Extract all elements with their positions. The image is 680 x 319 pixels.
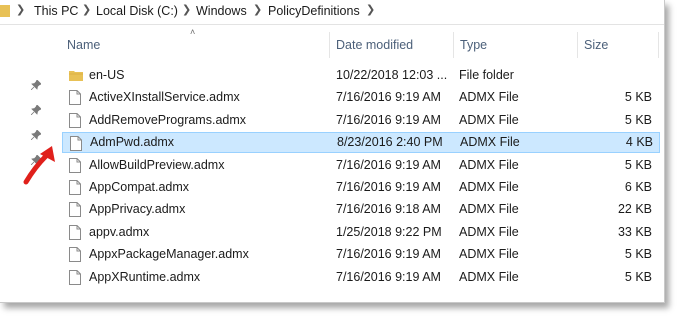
file-name: AddRemovePrograms.admx bbox=[89, 112, 247, 127]
file-name: en-US bbox=[89, 68, 125, 82]
file-date-modified: 7/16/2016 9:19 AM bbox=[336, 90, 441, 105]
file-row[interactable]: AllowBuildPreview.admx 7/16/2016 9:19 AM A… bbox=[62, 155, 658, 176]
pin-icon[interactable] bbox=[31, 80, 41, 90]
file-type: ADMX File bbox=[459, 112, 519, 127]
file-name: AdmPwd.admx bbox=[90, 135, 175, 150]
column-divider[interactable] bbox=[453, 32, 454, 58]
breadcrumb: ❯ This PC ❯ Local Disk (C:) ❯ Windows ❯ … bbox=[0, 0, 664, 25]
file-name: AllowBuildPreview.admx bbox=[89, 157, 225, 172]
file-row[interactable]: AppXRuntime.admx 7/16/2016 9:19 AM ADMX Fi… bbox=[62, 267, 658, 288]
column-divider[interactable] bbox=[577, 32, 578, 58]
file-name: AppxPackageManager.admx bbox=[89, 247, 249, 262]
file-row[interactable]: AppPrivacy.admx 7/16/2016 9:18 AM ADMX Fil… bbox=[62, 199, 658, 220]
column-divider[interactable] bbox=[658, 32, 659, 58]
file-size: 5 KB bbox=[624, 157, 652, 172]
file-date-modified: 7/16/2016 9:18 AM bbox=[336, 202, 441, 217]
sort-ascending-icon: ˄ bbox=[190, 27, 196, 37]
file-row-selected[interactable]: AdmPwd.admx 8/23/2016 2:40 PM ADMX File 4 K… bbox=[62, 132, 660, 154]
chevron-right-icon[interactable]: ❯ bbox=[82, 3, 91, 16]
folder-icon bbox=[69, 68, 83, 88]
file-date-modified: 7/16/2016 9:19 AM bbox=[336, 269, 441, 284]
file-row[interactable]: ActiveXInstallService.admx 7/16/2016 9:19… bbox=[62, 87, 658, 108]
file-type: ADMX File bbox=[459, 157, 519, 172]
file-icon bbox=[69, 224, 81, 246]
chevron-right-icon[interactable]: ❯ bbox=[366, 3, 375, 16]
file-type: File folder bbox=[459, 68, 514, 82]
file-row[interactable]: appv.admx 1/25/2018 9:22 PM ADMX File 33 KB bbox=[62, 222, 658, 243]
file-type: ADMX File bbox=[459, 180, 519, 194]
file-icon bbox=[69, 90, 81, 111]
file-date-modified: 7/16/2016 9:19 AM bbox=[336, 247, 441, 262]
file-icon bbox=[69, 180, 81, 201]
file-size: 5 KB bbox=[624, 247, 652, 262]
file-type: ADMX File bbox=[459, 247, 519, 262]
file-size: 5 KB bbox=[624, 90, 652, 105]
file-row[interactable]: AddRemovePrograms.admx 7/16/2016 9:19 AM A… bbox=[62, 110, 658, 131]
file-icon bbox=[69, 157, 81, 179]
file-type: ADMX File bbox=[459, 90, 519, 105]
file-explorer-window: ❯ This PC ❯ Local Disk (C:) ❯ Windows ❯ … bbox=[0, 0, 665, 303]
chevron-right-icon[interactable]: ❯ bbox=[253, 3, 262, 16]
file-type: ADMX File bbox=[459, 224, 519, 239]
file-size: 6 KB bbox=[624, 180, 652, 194]
file-size: 5 KB bbox=[624, 112, 652, 127]
file-size: 5 KB bbox=[624, 269, 652, 284]
pin-icon[interactable] bbox=[31, 105, 41, 115]
file-icon bbox=[69, 247, 81, 268]
file-type: ADMX File bbox=[459, 269, 519, 284]
file-date-modified: 8/23/2016 2:40 PM bbox=[337, 135, 443, 150]
file-type: ADMX File bbox=[459, 202, 519, 217]
annotation-arrow-icon bbox=[23, 146, 55, 185]
breadcrumb-local-disk[interactable]: Local Disk (C:) bbox=[96, 4, 178, 18]
pin-icon[interactable] bbox=[31, 130, 41, 140]
file-row[interactable]: AppCompat.admx 7/16/2016 9:19 AM ADMX File… bbox=[62, 177, 658, 198]
file-icon bbox=[69, 269, 81, 291]
chevron-right-icon[interactable]: ❯ bbox=[182, 3, 191, 16]
file-date-modified: 7/16/2016 9:19 AM bbox=[336, 157, 441, 172]
column-header-date-modified[interactable]: Date modified bbox=[336, 34, 413, 58]
file-name: appv.admx bbox=[89, 224, 150, 239]
file-size: 4 KB bbox=[625, 135, 653, 150]
file-name: AppPrivacy.admx bbox=[89, 202, 186, 217]
breadcrumb-policydefinitions[interactable]: PolicyDefinitions bbox=[268, 4, 360, 18]
column-header-type[interactable]: Type bbox=[460, 34, 487, 58]
file-date-modified: 7/16/2016 9:19 AM bbox=[336, 180, 441, 194]
file-icon bbox=[69, 202, 81, 223]
column-header-size[interactable]: Size bbox=[584, 34, 608, 58]
file-size: 22 KB bbox=[617, 202, 652, 217]
breadcrumb-this-pc[interactable]: This PC bbox=[34, 4, 78, 18]
file-icon bbox=[69, 112, 81, 134]
file-row[interactable]: AppxPackageManager.admx 7/16/2016 9:19 AM… bbox=[62, 244, 658, 265]
file-type: ADMX File bbox=[460, 135, 520, 150]
file-row[interactable]: en-US 10/22/2018 12:03 ... File folder bbox=[62, 65, 658, 86]
file-size: 33 KB bbox=[617, 224, 652, 239]
file-date-modified: 10/22/2018 12:03 ... bbox=[336, 68, 448, 82]
chevron-right-icon[interactable]: ❯ bbox=[16, 3, 25, 16]
file-name: AppCompat.admx bbox=[89, 180, 190, 194]
file-date-modified: 7/16/2016 9:19 AM bbox=[336, 112, 441, 127]
file-name: ActiveXInstallService.admx bbox=[89, 90, 240, 105]
column-divider[interactable] bbox=[329, 32, 330, 58]
file-date-modified: 1/25/2018 9:22 PM bbox=[336, 224, 442, 239]
folder-icon bbox=[0, 5, 10, 17]
column-header-name[interactable]: Name bbox=[67, 34, 100, 58]
breadcrumb-windows[interactable]: Windows bbox=[196, 4, 247, 18]
file-name: AppXRuntime.admx bbox=[89, 269, 201, 284]
